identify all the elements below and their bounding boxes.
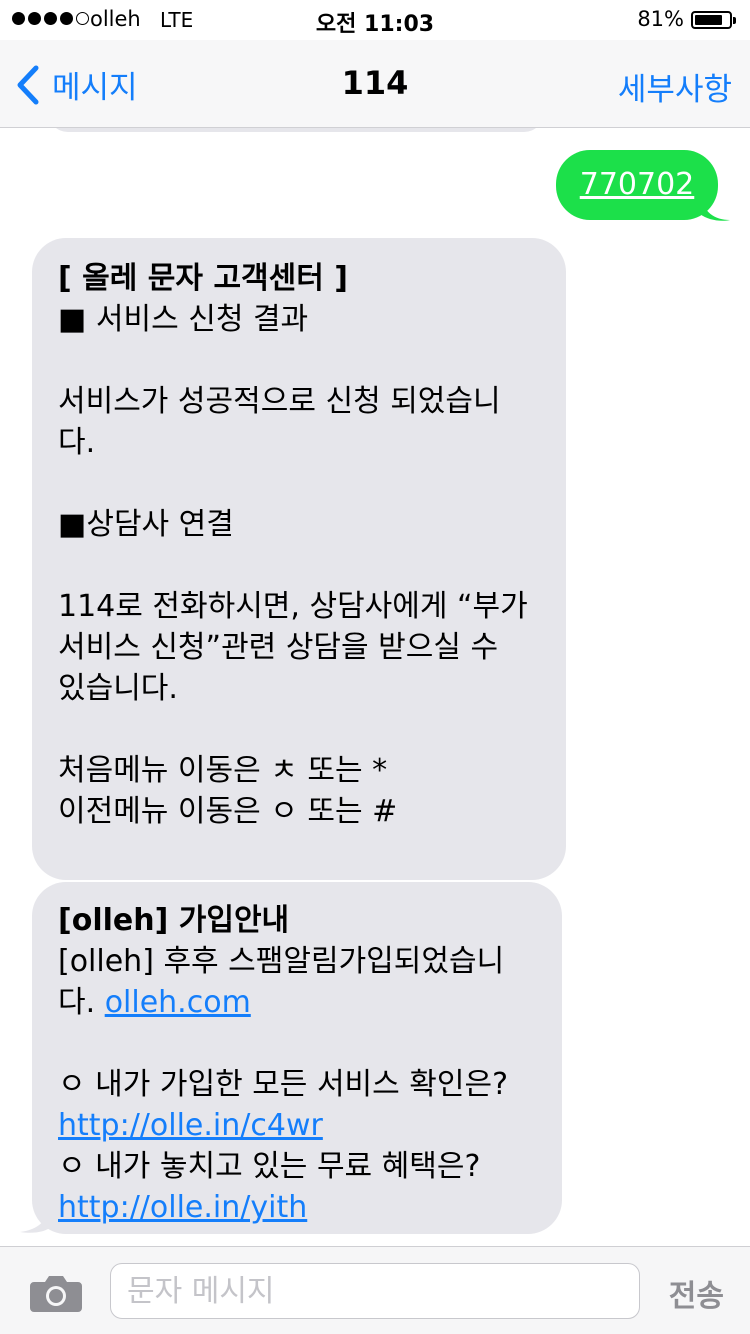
sent-message-bubble[interactable]: 770702 xyxy=(556,150,718,220)
message-line: 이전메뉴 이동은 ㅇ 또는 # xyxy=(58,794,398,829)
message-line: 처음메뉴 이동은 ㅊ 또는 * xyxy=(58,753,388,788)
received-message-bubble[interactable]: [ 올레 문자 고객센터 ] ■ 서비스 신청 결과 서비스가 성공적으로 신청… xyxy=(32,238,566,880)
received-bubble-tail xyxy=(20,1204,52,1233)
send-button[interactable]: 전송 xyxy=(669,1271,724,1315)
message-input[interactable] xyxy=(110,1263,640,1319)
message-line: 114로 전화하시면, 상담사에게 “부가 xyxy=(58,589,528,624)
battery-tip xyxy=(733,17,736,24)
free-benefits-link[interactable]: http://olle.in/yith xyxy=(58,1190,307,1225)
message-line xyxy=(58,463,540,504)
message-input-bar: 전송 xyxy=(0,1246,750,1334)
olleh-link[interactable]: olleh.com xyxy=(105,985,251,1020)
message-line: 서비스가 성공적으로 신청 되었습니 xyxy=(58,384,501,419)
message-line: 다. olleh.com xyxy=(58,982,536,1023)
battery-level-fill xyxy=(695,15,722,25)
battery-percentage: 81% xyxy=(637,7,684,31)
battery-icon xyxy=(691,11,736,29)
sent-message-text[interactable]: 770702 xyxy=(580,167,695,202)
status-bar: olleh LTE 오전 11:03 81% xyxy=(0,0,750,40)
message-line: 다. xyxy=(58,425,96,460)
message-line: ㅇ 내가 놓치고 있는 무료 혜택은? xyxy=(58,1149,481,1184)
message-title: [olleh] 가입안내 xyxy=(58,903,290,938)
message-line: [ 올레 문자 고객센터 ] xyxy=(58,261,348,296)
message-line xyxy=(58,709,540,750)
previous-message-bubble xyxy=(48,128,544,132)
message-line: 있습니다. xyxy=(58,671,178,706)
message-line: ■ 서비스 신청 결과 xyxy=(58,302,309,337)
message-line-prefix: 다. xyxy=(58,985,105,1020)
received-message-bubble[interactable]: [olleh] 가입안내 [olleh] 후후 스팸알림가입되었습니 다. ol… xyxy=(32,882,562,1234)
sent-bubble-tail xyxy=(700,196,730,221)
service-check-link[interactable]: http://olle.in/c4wr xyxy=(58,1108,323,1143)
message-line xyxy=(58,1023,536,1064)
message-line: ■상담사 연결 xyxy=(58,507,234,542)
message-line xyxy=(58,545,540,586)
navigation-bar: 메시지 114 세부사항 xyxy=(0,40,750,128)
message-line: ㅇ 내가 가입한 모든 서비스 확인은? xyxy=(58,1067,509,1102)
details-button[interactable]: 세부사항 xyxy=(618,64,732,109)
message-thread[interactable]: 770702 [ 올레 문자 고객센터 ] ■ 서비스 신청 결과 서비스가 성… xyxy=(0,128,750,1246)
message-line: 서비스 신청”관련 상담을 받으실 수 xyxy=(58,630,499,665)
message-line xyxy=(58,340,540,381)
message-line: [olleh] 후후 스팸알림가입되었습니 xyxy=(58,944,505,979)
camera-icon[interactable] xyxy=(30,1274,82,1312)
